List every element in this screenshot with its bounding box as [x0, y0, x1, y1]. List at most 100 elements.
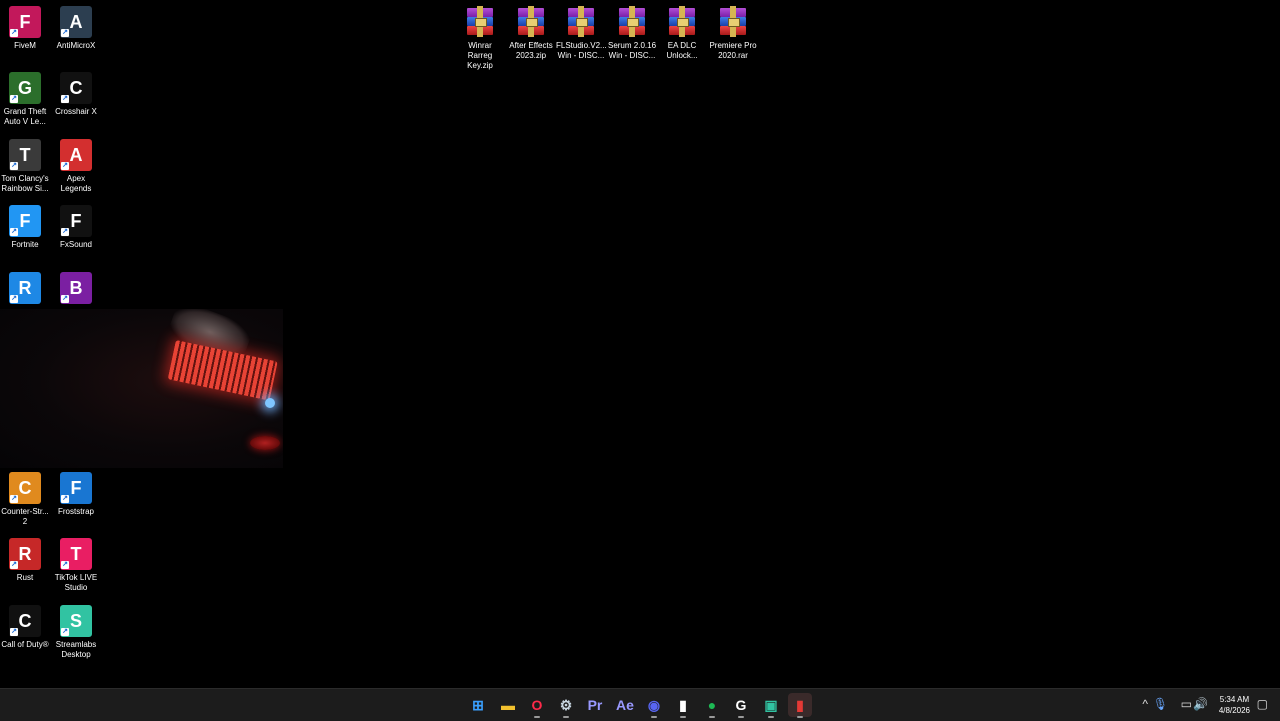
desktop-icon-label: FxSound: [59, 240, 93, 249]
desktop-icon-label: FiveM: [14, 41, 36, 50]
counter-strike-icon: C ↗: [9, 472, 41, 504]
running-indicator: [534, 716, 540, 718]
opera-gx-button[interactable]: O: [525, 693, 549, 718]
start-button[interactable]: ⊞: [466, 693, 490, 717]
network-icon[interactable]: ▭: [1181, 697, 1192, 711]
desktop-icon-label: Grand Theft Auto V Le...: [3, 107, 47, 126]
desktop-file-archive[interactable]: Serum 2.0.16 Win - DISC...: [607, 6, 657, 61]
shortcut-arrow-icon: ↗: [10, 628, 18, 636]
streamlabs-icon: S ↗: [60, 605, 92, 637]
running-indicator: [768, 716, 774, 718]
desktop-icon-froststrap[interactable]: F ↗ Froststrap: [51, 472, 101, 517]
audio-app-icon: ▮: [679, 697, 687, 713]
webcam-overlay: [0, 309, 283, 468]
file-explorer-icon: ▬: [501, 697, 515, 713]
desktop-icon-label: Counter-Str... 2: [1, 507, 49, 526]
premiere-pro-button[interactable]: Pr: [583, 693, 607, 717]
desktop-icon-label: Crosshair X: [55, 107, 97, 116]
desktop-icon-roblox[interactable]: R↗ Roblox: [0, 272, 50, 308]
desktop-icon-apex[interactable]: A ↗ Apex Legends: [51, 139, 101, 194]
rust-icon: R ↗: [9, 538, 41, 570]
apex-icon: A ↗: [60, 139, 92, 171]
notification-icon[interactable]: ▢: [1257, 697, 1268, 711]
gamepad-icon: A ↗: [60, 6, 92, 38]
call-of-duty-icon: C ↗: [9, 605, 41, 637]
winrar-archive-icon: [667, 6, 697, 38]
file-label-line1: Serum 2.0.16: [607, 41, 657, 50]
desktop-icon-crosshair[interactable]: C ↗ Crosshair X: [51, 72, 101, 117]
desktop-file-archive[interactable]: EA DLC Unlock...: [657, 6, 707, 61]
winrar-archive-icon: [566, 6, 596, 38]
desktop-icon-streamlabs[interactable]: S ↗ Streamlabs Desktop: [51, 605, 101, 660]
discord-button[interactable]: ◉: [642, 693, 666, 718]
file-explorer-button[interactable]: ▬: [496, 693, 520, 717]
desktop-icon-bloxstrap[interactable]: B↗ Bloxstrap: [51, 272, 101, 308]
shortcut-arrow-icon: ↗: [10, 295, 18, 303]
desktop-icon-gamepad[interactable]: A ↗ AntiMicroX: [51, 6, 101, 51]
clock-date: 4/8/2026: [1218, 706, 1250, 715]
file-label-line1: EA DLC: [667, 41, 697, 50]
shortcut-arrow-icon: ↗: [10, 95, 18, 103]
file-label-line1: Premiere Pro: [709, 41, 757, 50]
g-hub-button[interactable]: G: [729, 693, 753, 718]
streamlabs-button[interactable]: ▣: [759, 693, 783, 718]
desktop-icon-fivem[interactable]: F ↗ FiveM: [0, 6, 50, 51]
spotify-icon: ●: [707, 697, 717, 713]
after-effects-button[interactable]: Ae: [613, 693, 637, 717]
streamlabs-icon: ▣: [764, 697, 778, 713]
fortnite-icon: F ↗: [9, 205, 41, 237]
clock[interactable]: 5:34 AM 4/8/2026: [1219, 694, 1250, 716]
shortcut-arrow-icon: ↗: [61, 495, 69, 503]
shortcut-arrow-icon: ↗: [10, 162, 18, 170]
fxsound-icon: F ↗: [60, 205, 92, 237]
shortcut-arrow-icon: ↗: [61, 295, 69, 303]
froststrap-icon: F ↗: [60, 472, 92, 504]
recorder-button[interactable]: ▮: [788, 693, 812, 718]
crosshair-icon: C ↗: [60, 72, 92, 104]
winrar-archive-icon: [465, 6, 495, 38]
mouse-image: [250, 436, 280, 450]
desktop-icon-tiktok-live[interactable]: T ↗ TikTok LIVE Studio: [51, 538, 101, 593]
after-effects-icon: Ae: [616, 697, 634, 713]
desktop-icon-fortnite[interactable]: F ↗ Fortnite: [0, 205, 50, 250]
shortcut-arrow-icon: ↗: [61, 162, 69, 170]
recorder-icon: ▮: [796, 697, 804, 713]
running-indicator: [680, 716, 686, 718]
desktop-icon-label: AntiMicroX: [56, 41, 96, 50]
desktop-icon-call-of-duty[interactable]: C ↗ Call of Duty®: [0, 605, 50, 650]
microphone-icon[interactable]: 🎙: [1153, 697, 1168, 711]
file-label-line1: After Effects: [509, 41, 553, 50]
shortcut-arrow-icon: ↗: [61, 29, 69, 37]
file-label-line1: FLStudio.V2...: [556, 41, 607, 50]
spotify-button[interactable]: ●: [700, 693, 724, 718]
desktop-icon-label: TikTok LIVE Studio: [54, 573, 98, 592]
desktop-file-archive[interactable]: Premiere Pro 2020.rar: [708, 6, 758, 61]
desktop-icon-fxsound[interactable]: F ↗ FxSound: [51, 205, 101, 250]
taskbar: ⊞ ▬ O ⚙ Pr Ae ◉ ▮ ● G ▣ ▮ ^ 🎙 ▭ 🔊 5:34 AM 4/8/2026 …: [0, 688, 1280, 721]
file-label-line2: Win - DISC...: [608, 51, 656, 60]
show-hidden-icons-chevron-icon[interactable]: ^: [1142, 697, 1148, 711]
desktop-icon-gta-v[interactable]: G ↗ Grand Theft Auto V Le...: [0, 72, 50, 127]
steam-button[interactable]: ⚙: [554, 693, 578, 718]
roblox-icon: R ↗: [9, 272, 41, 304]
shortcut-arrow-icon: ↗: [10, 228, 18, 236]
shortcut-arrow-icon: ↗: [61, 228, 69, 236]
winrar-archive-icon: [617, 6, 647, 38]
desktop-icon-rust[interactable]: R ↗ Rust: [0, 538, 50, 583]
desktop-icon-counter-strike[interactable]: C ↗ Counter-Str... 2: [0, 472, 50, 527]
shortcut-arrow-icon: ↗: [61, 95, 69, 103]
opera-gx-icon: O: [531, 697, 543, 713]
gta-v-icon: G ↗: [9, 72, 41, 104]
file-label-line2: Unlock...: [666, 51, 698, 60]
g-hub-icon: G: [735, 697, 747, 713]
desktop-file-archive[interactable]: Winrar Rarreg Key.zip: [455, 6, 505, 71]
desktop-icon-label: Rust: [16, 573, 34, 582]
volume-icon[interactable]: 🔊: [1193, 697, 1208, 711]
desktop-file-archive[interactable]: After Effects 2023.zip: [506, 6, 556, 61]
desktop-icon-label: Call of Duty®: [1, 640, 49, 649]
desktop-icon-rainbow-six[interactable]: T ↗ Tom Clancy's Rainbow Si...: [0, 139, 50, 194]
desktop-file-archive[interactable]: FLStudio.V2... Win - DISC...: [556, 6, 607, 61]
file-label-line1: Winrar Rarreg: [467, 41, 493, 60]
audio-app-button[interactable]: ▮: [671, 693, 695, 718]
file-label-line2: 2023.zip: [515, 51, 547, 60]
